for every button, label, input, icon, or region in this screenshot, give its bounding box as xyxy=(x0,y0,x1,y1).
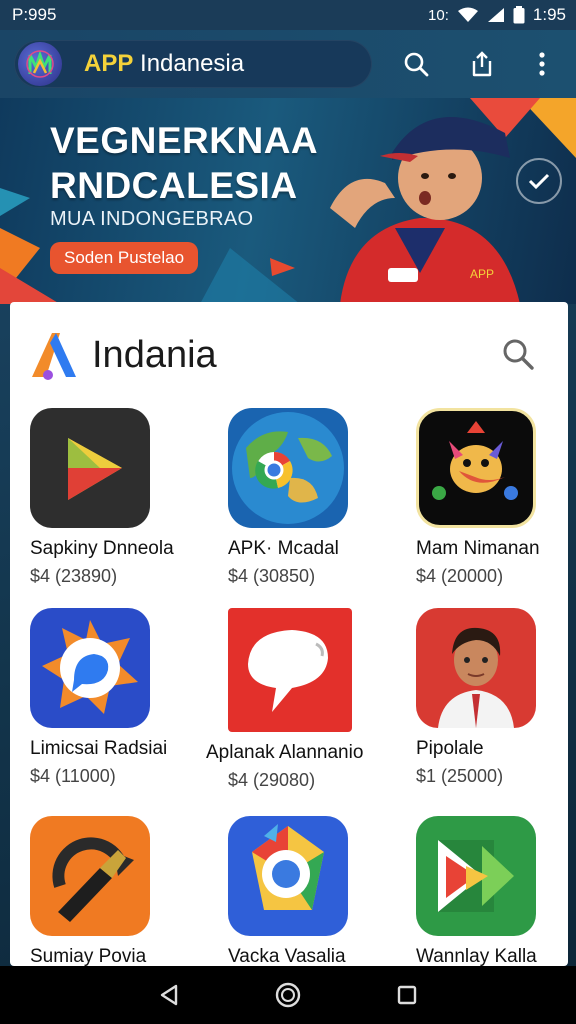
app-price: $4 (29080) xyxy=(228,770,316,790)
app-tile[interactable]: APK· Mcadal $4 (30850) xyxy=(228,408,408,587)
app-tile[interactable]: Limicsai Radsiai $4 (11000) xyxy=(30,608,210,787)
app-price: $1 (25000) xyxy=(416,766,504,786)
app-name: Sapkiny Dnneola xyxy=(30,538,174,559)
app-name: Aplanak Alannanio xyxy=(206,742,364,763)
app-name: Mam Nimanan xyxy=(416,538,540,559)
banner-cta-button[interactable]: Soden Pustelao xyxy=(50,242,199,274)
battery-icon xyxy=(513,6,525,24)
wifi-icon xyxy=(457,7,478,22)
app-tile[interactable]: Wannlay Kalla xyxy=(416,816,568,966)
network-text: 10: xyxy=(428,6,449,24)
app-tile[interactable]: Aplanak Alannanio $4 (29080) xyxy=(206,608,408,791)
search-icon[interactable] xyxy=(402,50,430,78)
store-title: Indania xyxy=(92,333,217,376)
app-name: APK· Mcadal xyxy=(228,538,339,559)
app-price: $4 (30850) xyxy=(228,566,316,586)
back-icon[interactable] xyxy=(149,975,189,1015)
logo-icon xyxy=(26,50,54,78)
brand-accent: APP xyxy=(84,50,134,77)
share-icon[interactable] xyxy=(468,50,496,78)
app-logo xyxy=(18,42,62,86)
store-header: Indania xyxy=(26,320,556,390)
check-icon[interactable] xyxy=(516,158,562,204)
app-tile[interactable]: Sapkiny Dnneola $4 (23890) xyxy=(30,408,210,587)
app-store-screen: P:995 10: 1:95 APP Indanesia APP VEGNERK… xyxy=(0,0,576,1024)
boy-illustration: APP xyxy=(330,117,520,304)
signal-icon xyxy=(487,8,504,22)
chrome-star-icon xyxy=(228,816,348,936)
banner-title: VEGNERKNAA RNDCALESIA xyxy=(50,118,318,208)
banner-title-line1: VEGNERKNAA xyxy=(50,120,319,161)
app-tile[interactable]: Vacka Vasalia xyxy=(228,816,408,966)
app-tile[interactable]: Pipolale $1 (25000) xyxy=(416,608,568,787)
app-name: Sumiay Povia xyxy=(30,946,147,966)
app-name: Vacka Vasalia xyxy=(228,946,346,966)
app-tile[interactable]: Mam Nimanan $4 (20000) xyxy=(416,408,568,587)
home-icon[interactable] xyxy=(268,975,308,1015)
store-card: Indania Sapkiny Dnneola $4 (23890) APK· … xyxy=(10,302,568,966)
clock: 1:95 xyxy=(532,5,566,24)
speech-bubble-icon xyxy=(228,608,352,732)
status-bar: P:995 10: 1:95 xyxy=(0,0,576,30)
store-logo-icon xyxy=(32,333,76,380)
play-store-icon xyxy=(30,408,150,528)
champagne-refresh-icon xyxy=(30,816,150,936)
banner-subtitle: MUA INDONGEBRAO xyxy=(50,208,254,230)
app-price: $4 (23890) xyxy=(30,566,118,586)
app-price: $4 (20000) xyxy=(416,566,504,586)
app-bar: APP Indanesia xyxy=(0,30,576,98)
green-play-icon xyxy=(416,816,536,936)
app-tile[interactable]: Sumiay Povia xyxy=(30,816,210,966)
recents-icon[interactable] xyxy=(387,975,427,1015)
brand-pill[interactable]: APP Indanesia xyxy=(14,40,372,88)
banner-title-line2: RNDCALESIA xyxy=(50,165,298,206)
svg-text:APP: APP xyxy=(470,267,494,281)
status-right: 10: 1:95 xyxy=(428,5,566,25)
student-avatar-icon xyxy=(416,608,536,728)
chat-star-icon xyxy=(30,608,150,728)
store-search-icon[interactable] xyxy=(498,334,538,374)
app-name: Wannlay Kalla xyxy=(416,946,537,966)
promo-banner[interactable]: APP VEGNERKNAA RNDCALESIA MUA INDONGEBRA… xyxy=(0,98,576,304)
more-vert-icon[interactable] xyxy=(528,50,556,78)
brand-rest: Indanesia xyxy=(133,50,245,77)
bird-mascot-icon xyxy=(416,408,536,528)
globe-chrome-icon xyxy=(228,408,348,528)
system-nav-bar xyxy=(0,966,576,1024)
app-name: Limicsai Radsiai xyxy=(30,738,168,759)
app-name: Pipolale xyxy=(416,738,484,759)
app-price: $4 (11000) xyxy=(30,766,116,786)
status-left-text: P:995 xyxy=(12,5,57,24)
brand-name: APP Indanesia xyxy=(84,50,244,78)
